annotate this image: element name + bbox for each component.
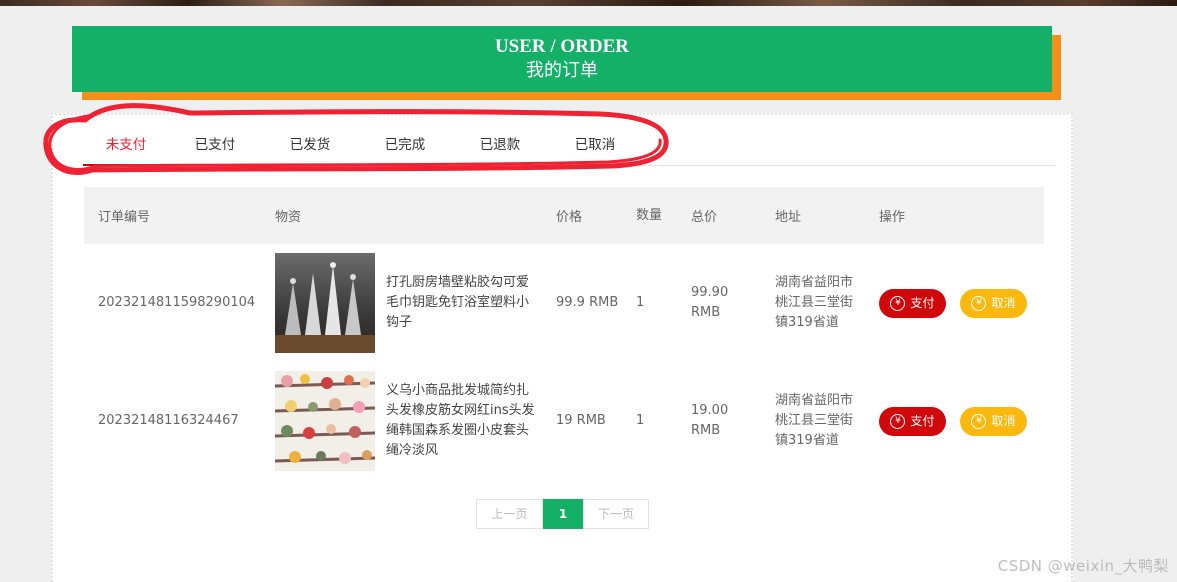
tab-completed[interactable]: 已完成	[370, 115, 440, 166]
unit-price: 99.9 RMB	[556, 295, 619, 310]
orders-table: 订单编号 物资 价格 数量 总价 地址 操作 20232148115982901…	[84, 187, 1044, 480]
current-page-button[interactable]: 1	[543, 499, 583, 529]
pay-button[interactable]: ¥ 支付	[879, 406, 946, 436]
yuan-icon: ¥	[971, 413, 987, 429]
pay-button-label: 支付	[910, 296, 935, 310]
csdn-watermark: CSDN @weixin_大鸭梨	[997, 557, 1169, 575]
col-header-price: 价格	[556, 210, 583, 225]
yuan-icon: ¥	[890, 413, 906, 429]
goods-name[interactable]: 打孔厨房墙壁粘胶勾可爱毛巾钥匙免钉浴室塑料小钩子	[386, 273, 536, 333]
cancel-button[interactable]: ¥ 取消	[960, 288, 1027, 318]
header-title-cn: 我的订单	[526, 60, 598, 81]
col-header-goods: 物资	[275, 210, 302, 225]
yuan-icon: ¥	[890, 295, 906, 311]
yuan-icon: ¥	[971, 295, 987, 311]
pagination: 上一页 1 下一页	[476, 499, 649, 529]
tab-paid[interactable]: 已支付	[180, 115, 250, 166]
quantity: 1	[636, 413, 645, 428]
shipping-address: 湖南省益阳市桃江县三堂街镇319省道	[775, 275, 854, 330]
tab-unpaid[interactable]: 未支付	[83, 115, 169, 166]
col-header-address: 地址	[775, 210, 802, 225]
tab-cancelled[interactable]: 已取消	[560, 115, 630, 166]
top-banner-strip	[0, 0, 1177, 6]
action-cell: ¥ 支付 ¥ 取消	[865, 244, 1044, 362]
tab-shipped[interactable]: 已发货	[275, 115, 345, 166]
goods-name[interactable]: 义乌小商品批发城简约扎头发橡皮筋女网红ins头发绳韩国森系发圈小皮套头绳冷淡风	[386, 381, 536, 461]
action-cell: ¥ 支付 ¥ 取消	[865, 362, 1044, 480]
cancel-button[interactable]: ¥ 取消	[960, 406, 1027, 436]
header-title-en: USER / ORDER	[494, 36, 630, 57]
goods-thumbnail[interactable]	[275, 371, 375, 471]
pay-button[interactable]: ¥ 支付	[879, 288, 946, 318]
col-header-order-no: 订单编号	[98, 210, 151, 225]
col-header-action: 操作	[879, 210, 906, 225]
cancel-button-label: 取消	[991, 296, 1016, 310]
total-price: 19.00 RMB	[691, 403, 729, 438]
goods-cell: 打孔厨房墙壁粘胶勾可爱毛巾钥匙免钉浴室塑料小钩子	[261, 244, 542, 362]
goods-cell: 义乌小商品批发城简约扎头发橡皮筋女网红ins头发绳韩国森系发圈小皮套头绳冷淡风	[261, 362, 542, 480]
col-header-total: 总价	[691, 210, 718, 225]
goods-thumbnail[interactable]	[275, 253, 375, 353]
table-row: 20232148116324467 义乌小商品批发城简约扎头发橡皮筋女网红ins…	[84, 362, 1044, 480]
pay-button-label: 支付	[910, 414, 935, 428]
order-status-tabs: 未支付 已支付 已发货 已完成 已退款 已取消	[83, 115, 1055, 166]
table-header-row: 订单编号 物资 价格 数量 总价 地址 操作	[84, 187, 1044, 244]
total-price: 99.90 RMB	[691, 285, 729, 320]
col-header-qty: 数量	[636, 207, 663, 223]
order-number: 2023214811598290104	[98, 295, 256, 310]
quantity: 1	[636, 295, 645, 310]
prev-page-button[interactable]: 上一页	[476, 499, 543, 529]
unit-price: 19 RMB	[556, 413, 606, 428]
page-header: USER / ORDER 我的订单	[72, 26, 1052, 92]
order-number: 20232148116324467	[98, 413, 239, 428]
next-page-button[interactable]: 下一页	[583, 499, 649, 529]
table-row: 2023214811598290104 打孔厨房墙壁粘胶勾可爱毛巾钥匙免钉浴室塑…	[84, 244, 1044, 362]
orders-panel: 未支付 已支付 已发货 已完成 已退款 已取消 订单编号 物资 价格 数量 总价…	[51, 113, 1073, 582]
cancel-button-label: 取消	[991, 414, 1016, 428]
shipping-address: 湖南省益阳市桃江县三堂街镇319省道	[775, 393, 854, 448]
tab-refunded[interactable]: 已退款	[465, 115, 535, 166]
